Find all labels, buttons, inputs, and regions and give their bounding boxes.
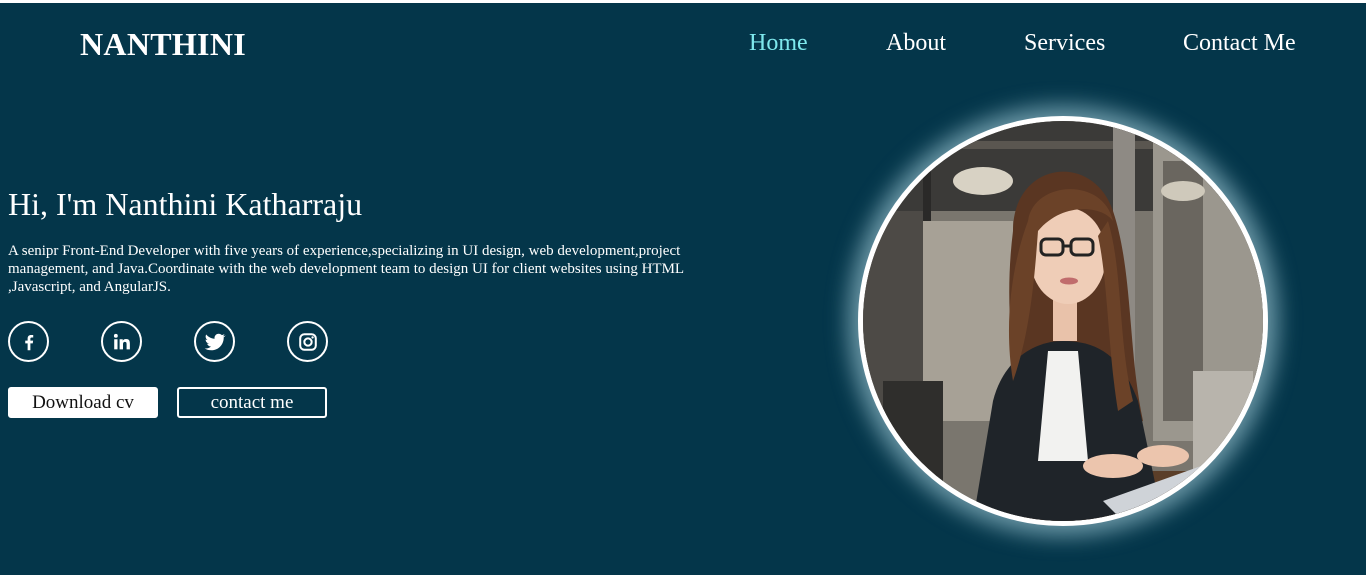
linkedin-link[interactable]: [101, 321, 142, 362]
instagram-icon: [298, 332, 317, 351]
profile-photo: [858, 116, 1268, 526]
hero-title: Hi, I'm Nanthini Katharraju: [8, 186, 363, 222]
nav-home[interactable]: Home: [749, 27, 808, 59]
linkedin-icon: [113, 333, 130, 349]
instagram-link[interactable]: [287, 321, 328, 362]
profile-photo-illustration: [863, 121, 1263, 521]
download-cv-button[interactable]: Download cv: [8, 387, 158, 418]
page: NANTHINI Home About Services Contact Me …: [0, 3, 1366, 575]
hero-description: A senipr Front-End Developer with five y…: [8, 243, 684, 295]
twitter-link[interactable]: [194, 321, 235, 362]
nav-contact-me[interactable]: Contact Me: [1183, 27, 1296, 59]
nav-services[interactable]: Services: [1024, 27, 1105, 59]
facebook-icon: [24, 334, 33, 350]
main-nav: Home About Services Contact Me: [0, 27, 1366, 63]
contact-me-button[interactable]: contact me: [177, 387, 327, 418]
facebook-link[interactable]: [8, 321, 49, 362]
nav-about[interactable]: About: [886, 27, 946, 59]
twitter-icon: [204, 333, 226, 350]
